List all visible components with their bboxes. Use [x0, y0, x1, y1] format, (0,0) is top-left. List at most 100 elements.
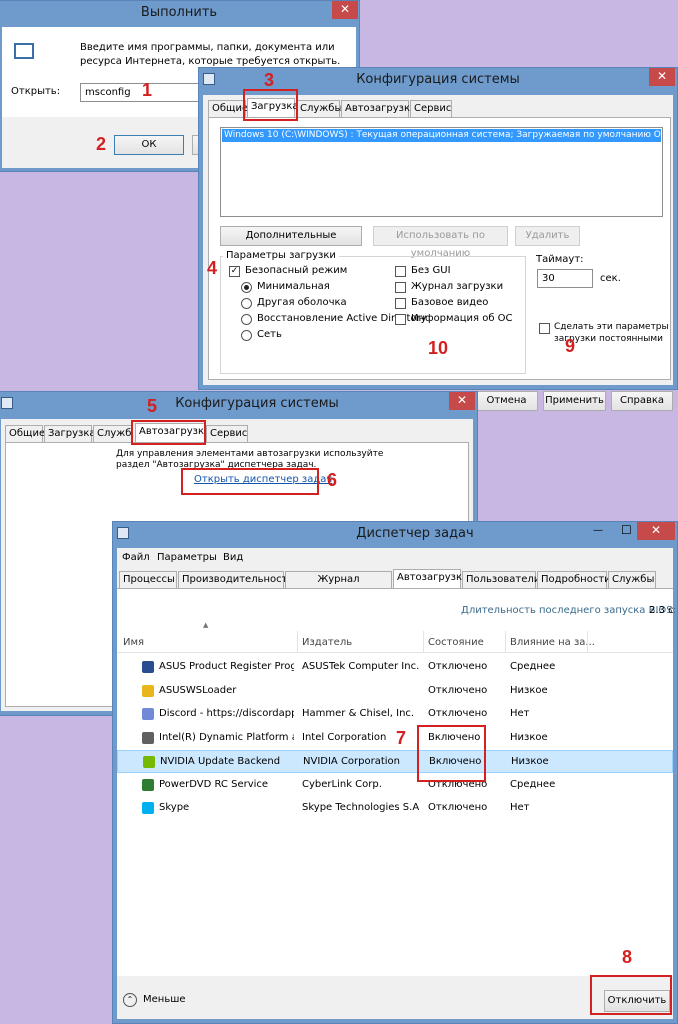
row-status: Отключено: [428, 684, 488, 696]
row-status: Отключено: [428, 708, 488, 719]
col-publisher[interactable]: Издатель: [302, 637, 352, 648]
step-2: 2: [96, 134, 107, 154]
boot-options-label: Параметры загрузки: [223, 250, 339, 261]
tab-startup[interactable]: Автозагрузка: [341, 100, 416, 117]
less-label: Меньше: [143, 994, 186, 1005]
safe-mode-checkbox[interactable]: ✓: [229, 266, 240, 277]
os-info-label: Информация об ОС: [411, 313, 513, 324]
run-ok-button[interactable]: ОК: [114, 135, 184, 155]
app-icon: [142, 661, 154, 673]
run-open-label: Открыть:: [11, 86, 61, 97]
table-row[interactable]: Discord - https://discordapp... Hammer & …: [117, 703, 673, 726]
tab-performance[interactable]: Производительность: [178, 571, 293, 588]
tab-boot[interactable]: Загрузка: [44, 425, 96, 442]
row-impact: Среднее: [510, 778, 556, 790]
highlight-disable-button: [590, 975, 672, 1015]
row-name: Discord - https://discordapp...: [159, 708, 294, 719]
table-header: Имя Издатель Состояние Влияние на за...: [117, 631, 673, 653]
bios-value: 2.3 с: [649, 605, 674, 616]
tab-tools[interactable]: Сервис: [410, 100, 452, 117]
highlight-boot-tab: [243, 89, 298, 121]
tab-app-history[interactable]: Журнал приложений: [285, 571, 392, 600]
tab-startup[interactable]: Автозагрузка: [393, 569, 468, 588]
step-6: 6: [327, 470, 338, 490]
alt-shell-radio[interactable]: [241, 298, 252, 309]
tab-general[interactable]: Общие: [208, 100, 248, 117]
msconfig-boot-close-button[interactable]: ✕: [649, 68, 675, 86]
menu-file[interactable]: Файл: [122, 552, 150, 563]
row-name: PowerDVD RC Service: [159, 778, 269, 790]
bios-label: Длительность последнего запуска BIOS:: [461, 605, 677, 616]
minimize-button[interactable]: —: [593, 525, 603, 536]
msconfig-startup-title: Конфигурация системы: [0, 392, 477, 418]
menu-view[interactable]: Вид: [223, 552, 243, 563]
os-list[interactable]: Windows 10 (C:\WINDOWS) : Текущая операц…: [220, 127, 663, 217]
table-row[interactable]: ASUSWSLoader Отключено Низкое: [117, 680, 673, 703]
step-3: 3: [264, 70, 275, 90]
less-details-toggle[interactable]: ⌃ Меньше: [123, 992, 203, 1010]
msconfig-startup-close-button[interactable]: ✕: [449, 392, 475, 410]
row-impact: Низкое: [510, 731, 548, 743]
row-name: NVIDIA Update Backend: [160, 756, 281, 767]
maximize-button[interactable]: ☐: [621, 523, 632, 537]
tab-general[interactable]: Общие: [5, 425, 45, 442]
col-name[interactable]: Имя: [123, 637, 144, 648]
tab-tools[interactable]: Сервис: [206, 425, 248, 442]
tab-users[interactable]: Пользователи: [462, 571, 540, 588]
msconfig-apply-button[interactable]: Применить: [543, 391, 606, 411]
step-1: 1: [142, 80, 153, 100]
os-info-checkbox[interactable]: [395, 314, 406, 325]
tab-services[interactable]: Службы: [296, 100, 342, 117]
msconfig-app-icon: [203, 73, 215, 85]
minimal-radio[interactable]: [241, 282, 252, 293]
table-row[interactable]: Skype Skype Technologies S.A. Отключено Нет: [117, 797, 673, 820]
table-row[interactable]: NVIDIA Update Backend NVIDIA Corporation В…: [117, 750, 673, 773]
col-status[interactable]: Состояние: [428, 637, 484, 648]
row-impact: Низкое: [511, 756, 549, 767]
boot-log-checkbox[interactable]: [395, 282, 406, 293]
task-manager-close-button[interactable]: ✕: [637, 522, 675, 540]
app-icon: [142, 731, 154, 744]
row-name: Intel(R) Dynamic Platform a...: [159, 731, 294, 743]
os-list-entry[interactable]: Windows 10 (C:\WINDOWS) : Текущая операц…: [222, 129, 661, 142]
row-publisher: Hammer & Chisel, Inc.: [302, 708, 415, 719]
highlight-enabled-status: [417, 725, 486, 782]
row-name: Skype: [159, 802, 190, 813]
table-row[interactable]: PowerDVD RC Service CyberLink Corp. Отключ…: [117, 774, 673, 797]
run-description: Введите имя программы, папки, документа …: [80, 42, 341, 67]
msconfig-help-button[interactable]: Справка: [611, 391, 673, 411]
row-impact: Низкое: [510, 684, 548, 696]
row-name: ASUSWSLoader: [159, 684, 237, 696]
highlight-open-task-manager: [181, 468, 319, 495]
tab-processes[interactable]: Процессы: [119, 571, 177, 588]
ad-repair-radio[interactable]: [241, 314, 252, 325]
row-publisher: Skype Technologies S.A.: [302, 802, 420, 813]
advanced-options-button[interactable]: Дополнительные параметры...: [220, 226, 362, 259]
row-impact: Нет: [510, 802, 530, 813]
tab-services[interactable]: Службы: [608, 571, 656, 588]
set-default-button: Использовать по умолчанию: [373, 226, 508, 259]
msconfig-app-icon: [1, 397, 13, 409]
make-permanent-checkbox[interactable]: [539, 323, 550, 334]
row-publisher: NVIDIA Corporation: [303, 756, 401, 767]
task-manager-client: Файл Параметры Вид Процессы Производител…: [117, 548, 677, 1019]
table-row[interactable]: Intel(R) Dynamic Platform a... Intel Corp…: [117, 727, 673, 750]
msconfig-cancel-button[interactable]: Отмена: [475, 391, 538, 411]
col-impact[interactable]: Влияние на за...: [510, 637, 595, 648]
no-gui-checkbox[interactable]: [395, 266, 406, 277]
run-close-button[interactable]: ✕: [332, 1, 358, 19]
boot-log-label: Журнал загрузки: [411, 281, 504, 292]
table-row[interactable]: ASUS Product Register Progr... ASUSTek Co…: [117, 656, 673, 679]
row-status: Отключено: [428, 802, 488, 813]
tab-details[interactable]: Подробности: [537, 571, 611, 588]
menu-options[interactable]: Параметры: [157, 552, 217, 563]
tab-services[interactable]: Службы: [93, 425, 133, 442]
delete-button: Удалить: [515, 226, 580, 246]
app-icon: [142, 802, 154, 814]
base-video-checkbox[interactable]: [395, 298, 406, 309]
app-icon: [142, 778, 154, 791]
network-label: Сеть: [257, 329, 282, 340]
timeout-input[interactable]: 30: [537, 269, 593, 288]
minimal-label: Минимальная: [257, 281, 330, 292]
network-radio[interactable]: [241, 330, 252, 341]
